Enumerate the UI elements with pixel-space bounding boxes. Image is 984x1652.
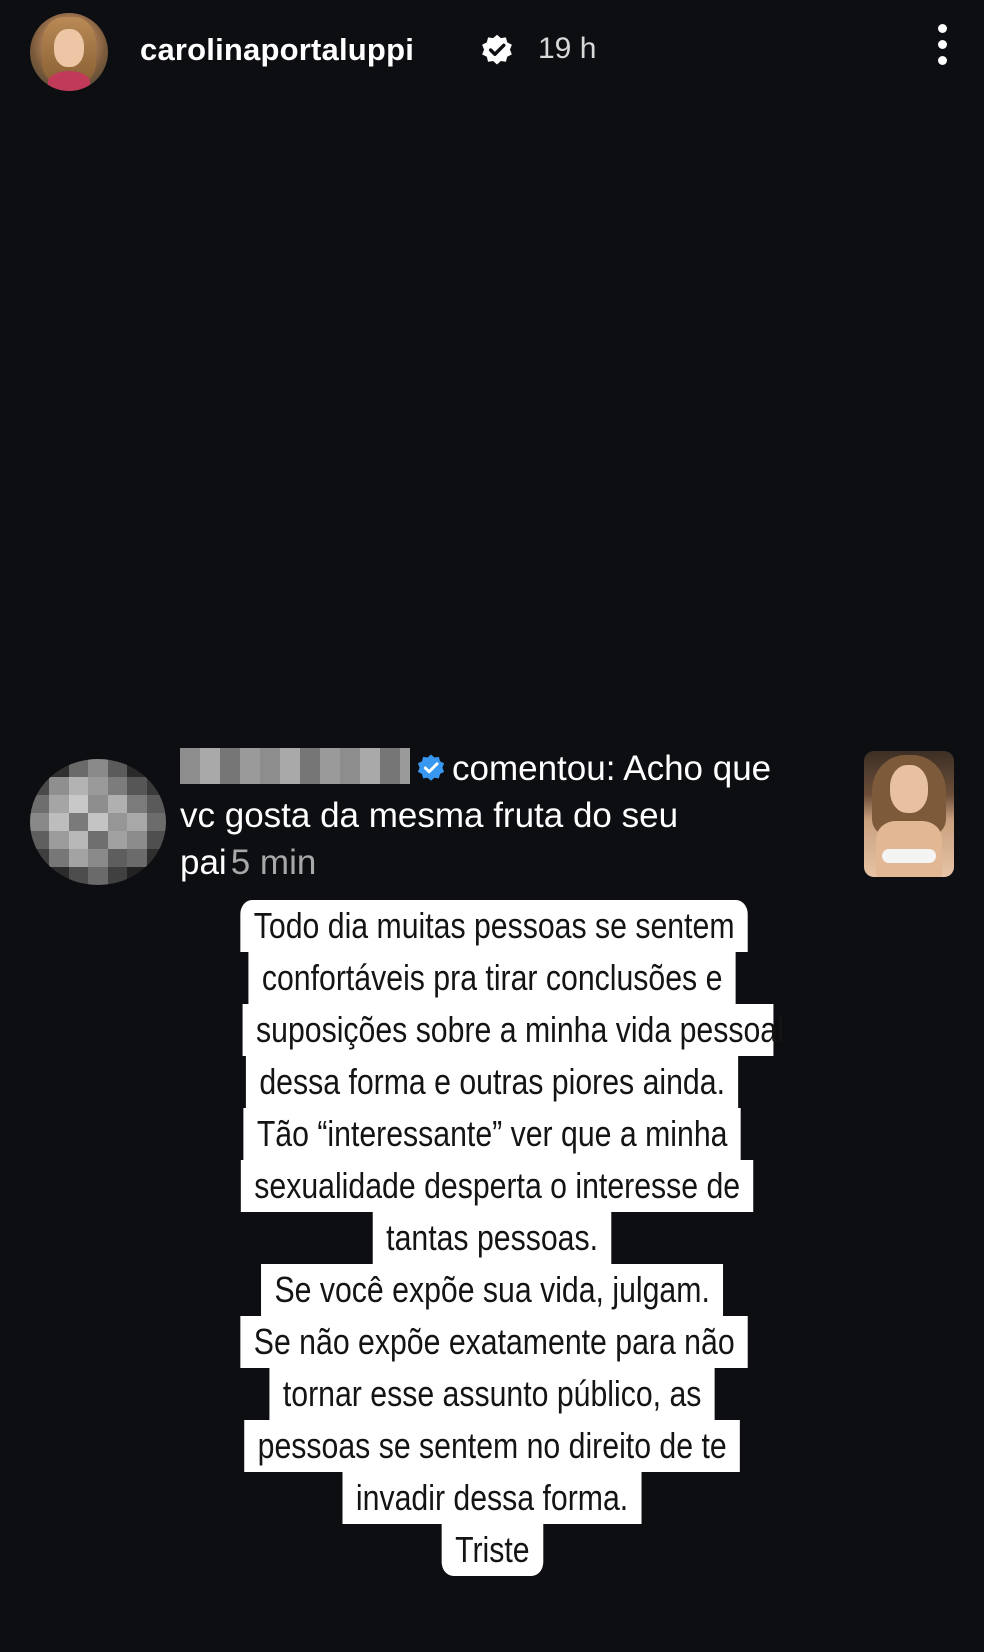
comment-sticker[interactable]: comentou: Acho que vc gosta da mesma fru… — [30, 745, 954, 895]
verified-badge-icon — [417, 754, 445, 781]
verified-badge-icon — [482, 34, 512, 65]
story-text-line: Tão “interessante” ver que a minha — [243, 1108, 741, 1160]
comment-text-line3: pai — [180, 843, 227, 882]
comment-text-line1: Acho que — [623, 749, 772, 788]
story-text-line: pessoas se sentem no direito de te — [244, 1420, 740, 1472]
story-text-line: sexualidade desperta o interesse de — [240, 1160, 754, 1212]
more-options-icon[interactable] — [936, 24, 948, 68]
comment-time: 5 min — [230, 843, 317, 882]
story-text-block: Todo dia muitas pessoas se sentem confor… — [192, 900, 792, 1576]
commenter-avatar — [30, 759, 166, 885]
comment-text-line2: vc gosta da mesma fruta do seu — [180, 796, 679, 835]
blurred-commenter-name — [180, 748, 410, 784]
story-text-line: tantas pessoas. — [372, 1212, 612, 1264]
story-text-line: Triste — [441, 1524, 543, 1576]
post-time: 19 h — [538, 32, 597, 65]
story-text-line: Se você expõe sua vida, julgam. — [260, 1264, 724, 1316]
comment-body: comentou: Acho que vc gosta da mesma fru… — [180, 745, 840, 886]
story-text-line: invadir dessa forma. — [342, 1472, 642, 1524]
story-header: carolinaportaluppi 19 h — [28, 10, 956, 92]
profile-avatar[interactable] — [30, 13, 108, 91]
story-text-line: Se não expõe exatamente para não — [240, 1316, 749, 1368]
story-text-line: tornar esse assunto público, as — [269, 1368, 715, 1420]
post-thumbnail[interactable] — [864, 751, 954, 877]
story-text-line: confortáveis pra tirar conclusões e — [248, 952, 736, 1004]
comment-verb: comentou: — [452, 749, 616, 788]
story-text-line: Todo dia muitas pessoas se sentem — [240, 900, 748, 952]
story-text-line: dessa forma e outras piores ainda. — [245, 1056, 739, 1108]
username[interactable]: carolinaportaluppi — [140, 32, 414, 68]
story-text-line: suposições sobre a minha vida pessoal — [242, 1004, 784, 1056]
